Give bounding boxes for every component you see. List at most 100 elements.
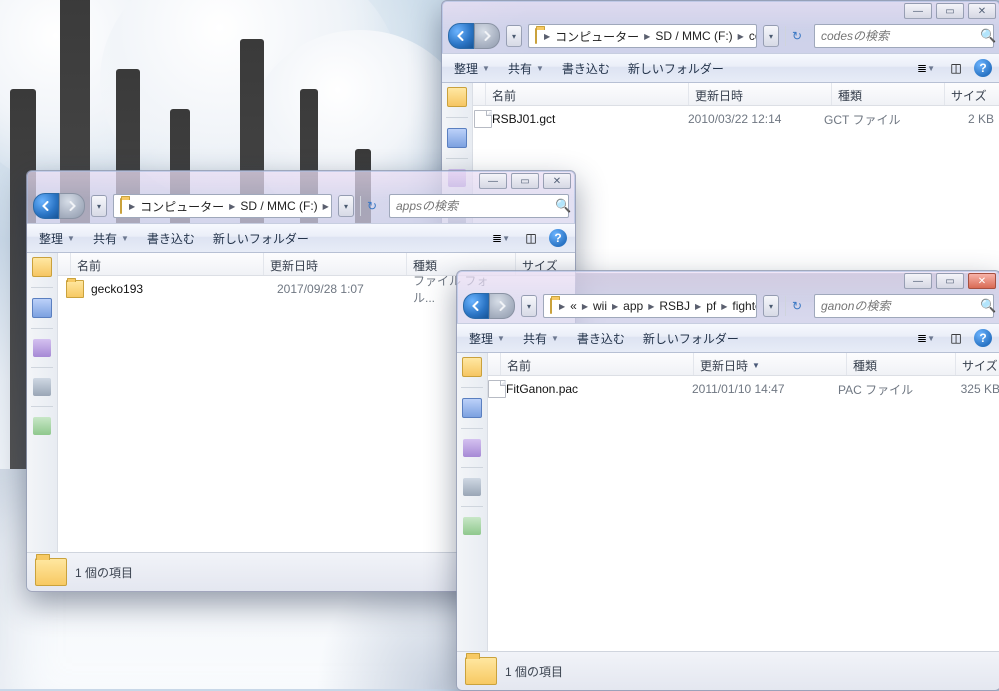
breadcrumb[interactable]: SD / MMC (F:) — [653, 25, 734, 47]
title-bar[interactable]: —▭✕ — [457, 271, 999, 293]
history-dropdown[interactable]: ▾ — [506, 25, 522, 47]
column-header-name[interactable]: 名前 — [71, 253, 264, 275]
back-button[interactable] — [33, 193, 59, 219]
address-dropdown[interactable]: ▾ — [763, 25, 779, 47]
breadcrumb[interactable]: コンピューター — [553, 25, 641, 47]
breadcrumb[interactable]: fighter — [730, 295, 757, 317]
column-header-icon[interactable] — [473, 83, 486, 105]
breadcrumb[interactable]: RSBJ — [657, 295, 692, 317]
history-dropdown[interactable]: ▾ — [521, 295, 537, 317]
refresh-button[interactable]: ↻ — [785, 26, 808, 46]
favorites-icon[interactable] — [32, 257, 52, 277]
organize-menu[interactable]: 整理▼ — [31, 227, 83, 250]
chevron-right-icon[interactable]: ▶ — [320, 202, 332, 211]
breadcrumb[interactable]: pf — [704, 295, 718, 317]
breadcrumb[interactable]: app — [621, 295, 645, 317]
homegroup-icon[interactable] — [33, 339, 51, 357]
minimize-button[interactable]: — — [479, 173, 507, 189]
list-item[interactable]: RSBJ01.gct2010/03/22 12:14GCT ファイル2 KB — [473, 108, 999, 130]
column-header-size[interactable]: サイズ — [945, 83, 999, 105]
refresh-button[interactable]: ↻ — [785, 296, 808, 316]
preview-pane-button[interactable]: ◫ — [944, 57, 968, 79]
search-icon[interactable]: 🔍 — [980, 298, 996, 314]
organize-menu[interactable]: 整理▼ — [446, 57, 498, 80]
organize-menu[interactable]: 整理▼ — [461, 327, 513, 350]
new-folder-button[interactable]: 新しいフォルダー — [620, 57, 732, 80]
view-mode-button[interactable]: ≣▼ — [489, 227, 513, 249]
search-icon[interactable]: 🔍 — [980, 28, 996, 44]
column-header-date[interactable]: 更新日時 — [689, 83, 832, 105]
column-header-type[interactable]: 種類 — [847, 353, 956, 375]
maximize-button[interactable]: ▭ — [511, 173, 539, 189]
search-input[interactable] — [394, 198, 555, 214]
forward-button[interactable] — [59, 193, 85, 219]
back-button[interactable] — [448, 23, 474, 49]
breadcrumb[interactable]: コンピューター — [138, 195, 226, 217]
close-button[interactable]: ✕ — [543, 173, 571, 189]
share-menu[interactable]: 共有▼ — [85, 227, 137, 250]
help-button[interactable]: ? — [974, 329, 992, 347]
file-list[interactable]: FitGanon.pac2011/01/10 14:47PAC ファイル325 … — [488, 376, 999, 651]
column-header-name[interactable]: 名前 — [501, 353, 694, 375]
list-item[interactable]: FitGanon.pac2011/01/10 14:47PAC ファイル325 … — [488, 378, 999, 400]
libraries-icon[interactable] — [462, 398, 482, 418]
close-button[interactable]: ✕ — [968, 273, 996, 289]
chevron-right-icon[interactable]: ▶ — [226, 202, 238, 211]
network-icon[interactable] — [463, 517, 481, 535]
computer-icon[interactable] — [33, 378, 51, 396]
chevron-right-icon[interactable]: ▶ — [556, 302, 568, 311]
chevron-right-icon[interactable]: ▶ — [541, 32, 553, 41]
help-button[interactable]: ? — [974, 59, 992, 77]
nav-pane[interactable] — [457, 353, 488, 651]
chevron-right-icon[interactable]: ▶ — [609, 302, 621, 311]
chevron-right-icon[interactable]: ▶ — [718, 302, 730, 311]
search-icon[interactable]: 🔍 — [555, 198, 571, 214]
nav-pane[interactable] — [27, 253, 58, 552]
libraries-icon[interactable] — [447, 128, 467, 148]
column-header-size[interactable]: サイズ — [956, 353, 999, 375]
favorites-icon[interactable] — [462, 357, 482, 377]
column-header-icon[interactable] — [58, 253, 71, 275]
chevron-right-icon[interactable]: ▶ — [641, 32, 653, 41]
breadcrumb[interactable]: codes — [747, 25, 757, 47]
computer-icon[interactable] — [463, 478, 481, 496]
preview-pane-button[interactable]: ◫ — [944, 327, 968, 349]
favorites-icon[interactable] — [447, 87, 467, 107]
help-button[interactable]: ? — [549, 229, 567, 247]
homegroup-icon[interactable] — [463, 439, 481, 457]
breadcrumb[interactable]: SD / MMC (F:) — [238, 195, 319, 217]
preview-pane-button[interactable]: ◫ — [519, 227, 543, 249]
minimize-button[interactable]: — — [904, 273, 932, 289]
refresh-button[interactable]: ↻ — [360, 196, 383, 216]
column-header-type[interactable]: 種類 — [832, 83, 945, 105]
column-header-date[interactable]: 更新日時▼ — [694, 353, 847, 375]
chevron-right-icon[interactable]: ▶ — [645, 302, 657, 311]
title-bar[interactable]: —▭✕ — [442, 1, 999, 23]
view-mode-button[interactable]: ≣▼ — [914, 57, 938, 79]
libraries-icon[interactable] — [32, 298, 52, 318]
new-folder-button[interactable]: 新しいフォルダー — [205, 227, 317, 250]
address-bar[interactable]: ▶コンピューター▶SD / MMC (F:)▶apps▶ — [113, 194, 332, 218]
maximize-button[interactable]: ▭ — [936, 3, 964, 19]
column-header-name[interactable]: 名前 — [486, 83, 689, 105]
back-button[interactable] — [463, 293, 489, 319]
chevron-right-icon[interactable]: ▶ — [692, 302, 704, 311]
search-input[interactable] — [819, 298, 980, 314]
column-header-icon[interactable] — [488, 353, 501, 375]
search-box[interactable]: 🔍 — [814, 294, 994, 318]
chevron-right-icon[interactable]: ▶ — [735, 32, 747, 41]
burn-button[interactable]: 書き込む — [569, 327, 633, 350]
breadcrumb[interactable]: wii — [591, 295, 609, 317]
chevron-right-icon[interactable]: ▶ — [126, 202, 138, 211]
breadcrumb[interactable]: « — [568, 295, 579, 317]
burn-button[interactable]: 書き込む — [139, 227, 203, 250]
search-box[interactable]: 🔍 — [814, 24, 994, 48]
forward-button[interactable] — [474, 23, 500, 49]
address-dropdown[interactable]: ▾ — [338, 195, 354, 217]
minimize-button[interactable]: — — [904, 3, 932, 19]
maximize-button[interactable]: ▭ — [936, 273, 964, 289]
forward-button[interactable] — [489, 293, 515, 319]
new-folder-button[interactable]: 新しいフォルダー — [635, 327, 747, 350]
share-menu[interactable]: 共有▼ — [500, 57, 552, 80]
search-input[interactable] — [819, 28, 980, 44]
